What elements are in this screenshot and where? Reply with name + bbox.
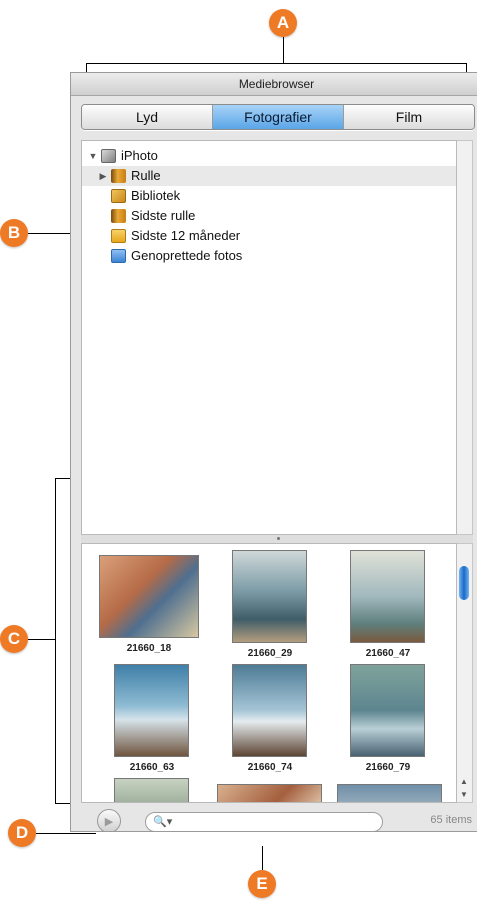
callout-d: D: [8, 819, 36, 847]
photo-thumbnail[interactable]: [217, 784, 322, 802]
window-title: Mediebrowser: [71, 73, 477, 96]
search-field[interactable]: 🔍▾: [145, 812, 383, 831]
callout-e-label: E: [256, 874, 268, 893]
tree-item-bibliotek[interactable]: Bibliotek: [82, 186, 456, 206]
item-count: 65 items: [430, 814, 472, 826]
photo-grid: 21660_18 21660_29 21660_47 21660_63 2166…: [81, 543, 457, 803]
source-list-scrollbar[interactable]: [457, 140, 473, 535]
tree-item-sidste-12-maaneder[interactable]: Sidste 12 måneder: [82, 226, 456, 246]
scroll-down-arrow-icon[interactable]: ▼: [457, 789, 471, 801]
photo-label: 21660_79: [365, 762, 411, 773]
photo-thumbnail[interactable]: [232, 550, 307, 643]
tree-item-label: Genoprettede fotos: [131, 248, 243, 263]
photo-label: 21660_47: [365, 648, 411, 659]
disclosure-closed-icon[interactable]: ▶: [98, 166, 108, 186]
callout-d-line: [36, 833, 96, 834]
photo-thumbnail[interactable]: [114, 664, 189, 757]
callout-a-label: A: [276, 13, 290, 32]
media-type-tabs: Lyd Fotografier Film: [81, 104, 475, 130]
callout-d-label: D: [15, 823, 29, 842]
tree-item-label: Rulle: [131, 168, 161, 183]
restored-photos-icon: [111, 249, 126, 263]
film-roll-icon: [111, 169, 126, 183]
iphoto-icon: [101, 149, 116, 163]
bottom-toolbar: ▶ 🔍▾ 65 items: [71, 809, 477, 831]
photo-grid-scrollbar[interactable]: ▲ ▼: [457, 543, 473, 803]
callout-e: E: [248, 870, 276, 898]
scrollbar-thumb[interactable]: [459, 566, 469, 600]
tree-item-genoprettede-fotos[interactable]: Genoprettede fotos: [82, 246, 456, 266]
tab-movies[interactable]: Film: [344, 105, 474, 129]
play-icon: ▶: [104, 815, 114, 828]
library-icon: [111, 189, 126, 203]
tree-item-sidste-rulle[interactable]: Sidste rulle: [82, 206, 456, 226]
photo-thumbnail[interactable]: [232, 664, 307, 757]
disclosure-open-icon[interactable]: ▼: [88, 146, 98, 166]
tree-item-label: Sidste rulle: [131, 208, 196, 223]
callout-c-line: [28, 639, 55, 640]
source-list: ▼ iPhoto ▶ Rulle Bibliotek Sidste rulle …: [81, 140, 457, 535]
photo-label: 21660_63: [129, 762, 175, 773]
photo-thumbnail[interactable]: [337, 784, 442, 802]
callout-c-label: C: [7, 629, 21, 648]
photo-label: 21660_18: [126, 643, 172, 654]
play-button[interactable]: ▶: [97, 809, 121, 831]
callout-c: C: [0, 625, 28, 653]
pane-splitter[interactable]: [81, 535, 473, 543]
callout-b-label: B: [7, 223, 21, 242]
tree-item-iphoto[interactable]: ▼ iPhoto: [82, 146, 456, 166]
media-browser-window: Mediebrowser Lyd Fotografier Film ▼ iPho…: [70, 72, 477, 832]
photo-label: 21660_74: [247, 762, 293, 773]
callout-b: B: [0, 219, 28, 247]
photo-label: 21660_29: [247, 648, 293, 659]
callout-e-line: [262, 846, 263, 870]
tab-audio[interactable]: Lyd: [82, 105, 213, 129]
callout-a: A: [269, 9, 297, 37]
scroll-up-arrow-icon[interactable]: ▲: [457, 776, 471, 788]
calendar-icon: [111, 229, 126, 243]
callout-c-bracket: [55, 478, 56, 804]
photo-thumbnail[interactable]: [350, 664, 425, 757]
callout-a-stem: [283, 37, 284, 63]
callout-a-bracket: [86, 63, 467, 64]
splitter-grip-icon[interactable]: [277, 537, 280, 540]
photo-thumbnail[interactable]: [114, 778, 189, 802]
tab-photos[interactable]: Fotografier: [213, 105, 344, 129]
photo-thumbnail[interactable]: [350, 550, 425, 643]
tree-item-label: Bibliotek: [131, 188, 181, 203]
tree-item-label: Sidste 12 måneder: [131, 228, 241, 243]
photo-thumbnail[interactable]: [99, 555, 199, 638]
magnifier-dropdown-icon[interactable]: 🔍▾: [153, 815, 172, 828]
tree-item-label: iPhoto: [121, 148, 158, 163]
tree-item-rulle[interactable]: ▶ Rulle: [82, 166, 456, 186]
film-roll-icon: [111, 209, 126, 223]
